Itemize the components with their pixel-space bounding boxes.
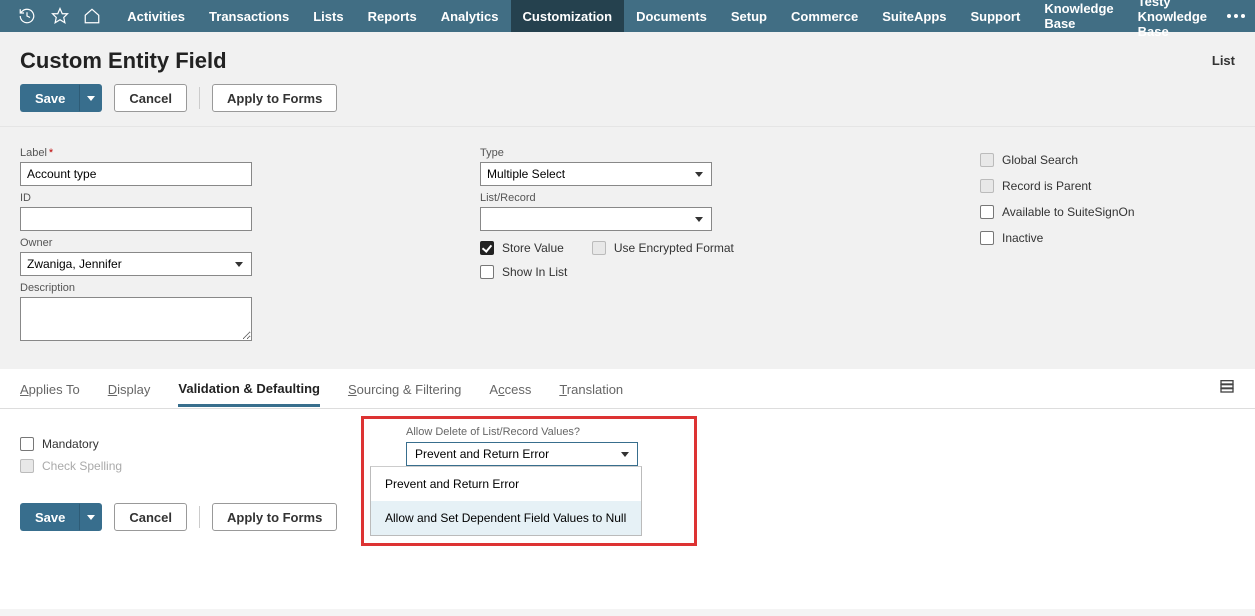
store-value-label: Store Value: [502, 241, 564, 255]
description-textarea[interactable]: [20, 297, 252, 341]
list-record-select[interactable]: [480, 207, 712, 231]
nav-analytics[interactable]: Analytics: [429, 0, 511, 32]
available-sso-checkbox[interactable]: [980, 205, 994, 219]
record-is-parent-checkbox: [980, 179, 994, 193]
allow-delete-options-list: Prevent and Return Error Allow and Set D…: [370, 466, 642, 536]
list-link[interactable]: List: [1212, 48, 1235, 68]
nav-customization[interactable]: Customization: [511, 0, 625, 32]
save-split-caret-bottom[interactable]: [80, 503, 102, 531]
nav-items: Activities Transactions Lists Reports An…: [115, 0, 1219, 32]
available-sso-label: Available to SuiteSignOn: [1002, 205, 1135, 219]
owner-select[interactable]: Zwaniga, Jennifer: [20, 252, 252, 276]
nav-more-icon[interactable]: [1227, 14, 1245, 18]
nav-reports[interactable]: Reports: [356, 0, 429, 32]
page-header: Custom Entity Field Save Cancel Apply to…: [0, 32, 1255, 126]
save-split-caret[interactable]: [80, 84, 102, 112]
use-encrypted-checkbox: [592, 241, 606, 255]
nav-activities[interactable]: Activities: [115, 0, 197, 32]
mandatory-label: Mandatory: [42, 437, 99, 451]
tab-strip: Applies To Display Validation & Defaulti…: [0, 369, 1255, 409]
cancel-button[interactable]: Cancel: [114, 84, 187, 112]
tab-translation[interactable]: Translation: [559, 371, 623, 406]
home-icon[interactable]: [83, 7, 101, 25]
star-icon[interactable]: [50, 7, 68, 25]
description-field-label: Description: [20, 282, 440, 294]
nav-support[interactable]: Support: [959, 0, 1033, 32]
separator: [199, 506, 200, 528]
use-encrypted-label: Use Encrypted Format: [614, 241, 734, 255]
tab-applies-to[interactable]: Applies To: [20, 371, 80, 406]
nav-commerce[interactable]: Commerce: [779, 0, 870, 32]
cancel-button-bottom[interactable]: Cancel: [114, 503, 187, 531]
tab-display[interactable]: Display: [108, 371, 151, 406]
nav-testy-knowledgebase[interactable]: Testy Knowledge Base: [1126, 0, 1219, 32]
id-input[interactable]: [20, 207, 252, 231]
allow-delete-selected-value: Prevent and Return Error: [415, 447, 549, 461]
id-field-label: ID: [20, 192, 440, 204]
nav-documents[interactable]: Documents: [624, 0, 719, 32]
nav-transactions[interactable]: Transactions: [197, 0, 301, 32]
allow-delete-select[interactable]: Prevent and Return Error: [406, 442, 638, 466]
label-field-label: Label*: [20, 147, 440, 159]
type-select-value: Multiple Select: [487, 167, 565, 181]
record-is-parent-label: Record is Parent: [1002, 179, 1091, 193]
inactive-checkbox[interactable]: [980, 231, 994, 245]
nav-lists[interactable]: Lists: [301, 0, 355, 32]
save-button-bottom[interactable]: Save: [20, 503, 80, 531]
type-select[interactable]: Multiple Select: [480, 162, 712, 186]
global-search-checkbox: [980, 153, 994, 167]
save-button[interactable]: Save: [20, 84, 80, 112]
allow-delete-option-prevent[interactable]: Prevent and Return Error: [371, 467, 641, 501]
tab-sourcing-filtering[interactable]: Sourcing & Filtering: [348, 371, 461, 406]
allow-delete-label: Allow Delete of List/Record Values?: [406, 426, 642, 438]
history-icon[interactable]: [18, 7, 36, 25]
tab-body-validation: Mandatory Check Spelling Save Cancel App…: [0, 409, 1255, 609]
nav-setup[interactable]: Setup: [719, 0, 779, 32]
nav-suiteapps[interactable]: SuiteApps: [870, 0, 958, 32]
tab-validation-defaulting[interactable]: Validation & Defaulting: [178, 370, 320, 407]
store-value-checkbox[interactable]: [480, 241, 494, 255]
page-title: Custom Entity Field: [20, 48, 337, 74]
owner-field-label: Owner: [20, 237, 440, 249]
check-spelling-checkbox: [20, 459, 34, 473]
expand-tabs-icon[interactable]: [1219, 378, 1235, 399]
global-search-label: Global Search: [1002, 153, 1078, 167]
tab-access[interactable]: Access: [489, 371, 531, 406]
form-area: Label* ID Owner Zwaniga, Jennifer Descri…: [0, 126, 1255, 369]
apply-to-forms-button[interactable]: Apply to Forms: [212, 84, 337, 112]
top-navbar: Activities Transactions Lists Reports An…: [0, 0, 1255, 32]
label-input[interactable]: [20, 162, 252, 186]
list-record-field-label: List/Record: [480, 192, 810, 204]
type-field-label: Type: [480, 147, 810, 159]
allow-delete-option-allow-null[interactable]: Allow and Set Dependent Field Values to …: [371, 501, 641, 535]
owner-select-value: Zwaniga, Jennifer: [27, 257, 122, 271]
show-in-list-label: Show In List: [502, 265, 567, 279]
separator: [199, 87, 200, 109]
show-in-list-checkbox[interactable]: [480, 265, 494, 279]
check-spelling-label: Check Spelling: [42, 459, 122, 473]
inactive-label: Inactive: [1002, 231, 1043, 245]
apply-to-forms-button-bottom[interactable]: Apply to Forms: [212, 503, 337, 531]
nav-knowledgebase[interactable]: Knowledge Base: [1032, 0, 1125, 32]
mandatory-checkbox[interactable]: [20, 437, 34, 451]
header-button-row: Save Cancel Apply to Forms: [20, 84, 337, 112]
